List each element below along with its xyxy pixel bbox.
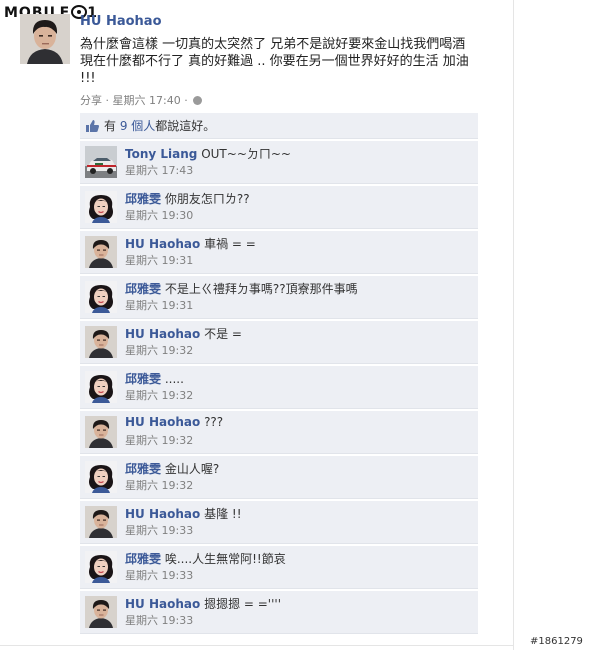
comment-timestamp[interactable]: 星期六 19:30 — [125, 207, 193, 223]
avatar[interactable] — [85, 281, 117, 313]
comment-item: 邱雅雯 唉....人生無常阿!!節哀 星期六 19:33 — [80, 546, 478, 589]
comment-timestamp[interactable]: 星期六 19:33 — [125, 567, 193, 583]
post-meta: 分享 · 星期六 17:40 · — [80, 92, 203, 108]
comment-timestamp[interactable]: 星期六 17:43 — [125, 162, 193, 178]
comment-text: 你朋友怎ㄇㄌ?? — [164, 192, 250, 206]
comment-author[interactable]: Tony Liang — [125, 147, 197, 161]
frame-divider — [513, 0, 514, 650]
comment-author[interactable]: HU Haohao — [125, 237, 200, 251]
comment-item: HU Haohao 摁摁摁 = ='''' 星期六 19:33 — [80, 591, 478, 634]
comment-text: 車禍 = = — [204, 237, 256, 251]
comment-item: 邱雅雯 ..... 星期六 19:32 — [80, 366, 478, 409]
comment-item: HU Haohao 不是 = 星期六 19:32 — [80, 321, 478, 364]
comment-timestamp[interactable]: 星期六 19:31 — [125, 252, 193, 268]
avatar[interactable] — [85, 146, 117, 178]
comment-author[interactable]: 邱雅雯 — [125, 282, 161, 296]
avatar[interactable] — [85, 191, 117, 223]
comment-text: 唉....人生無常阿!!節哀 — [164, 552, 286, 566]
comment-text: ??? — [204, 415, 224, 429]
avatar[interactable] — [85, 551, 117, 583]
comment-text: 基隆 !! — [204, 507, 242, 521]
avatar[interactable] — [85, 326, 117, 358]
comment-thread: 有 9 個人都說這好。 Tony Liang OUT~~ㄉㄇ~~ 星期六 17:4… — [80, 113, 478, 636]
share-link[interactable]: 分享 — [80, 94, 102, 107]
avatar[interactable] — [85, 371, 117, 403]
comment-item: HU Haohao ??? 星期六 19:32 — [80, 411, 478, 454]
post-text: 為什麼會這樣 一切真的太突然了 兄弟不是說好要來金山找我們喝酒 現在什麼都不行了… — [80, 37, 469, 86]
avatar[interactable] — [85, 236, 117, 268]
post-timestamp[interactable]: 星期六 17:40 — [113, 94, 181, 107]
comment-text: 摁摁摁 = ='''' — [204, 597, 281, 611]
post-author[interactable]: HU Haohao — [80, 14, 162, 29]
comment-item: HU Haohao 基隆 !! 星期六 19:33 — [80, 501, 478, 544]
comment-text: 金山人喔? — [164, 462, 220, 476]
avatar[interactable] — [85, 596, 117, 628]
comment-author[interactable]: 邱雅雯 — [125, 552, 161, 566]
comment-author[interactable]: HU Haohao — [125, 327, 200, 341]
comment-author[interactable]: 邱雅雯 — [125, 372, 161, 386]
comment-text: ..... — [164, 372, 184, 386]
comment-author[interactable]: HU Haohao — [125, 507, 200, 521]
comment-item: Tony Liang OUT~~ㄉㄇ~~ 星期六 17:43 — [80, 141, 478, 184]
likes-count-link[interactable]: 9 個人 — [120, 119, 155, 133]
avatar[interactable] — [85, 416, 117, 448]
avatar[interactable] — [85, 461, 117, 493]
comment-item: HU Haohao 車禍 = = 星期六 19:31 — [80, 231, 478, 274]
comment-timestamp[interactable]: 星期六 19:32 — [125, 387, 193, 403]
comment-timestamp[interactable]: 星期六 19:32 — [125, 477, 193, 493]
comment-author[interactable]: 邱雅雯 — [125, 462, 161, 476]
comment-timestamp[interactable]: 星期六 19:33 — [125, 522, 193, 538]
comment-timestamp[interactable]: 星期六 19:32 — [125, 342, 193, 358]
comment-author[interactable]: HU Haohao — [125, 415, 200, 429]
comment-item: 邱雅雯 金山人喔? 星期六 19:32 — [80, 456, 478, 499]
comment-text: 不是上ㄍ禮拜ㄉ事嗎??頂寮那件事嗎 — [164, 282, 358, 296]
avatar[interactable] — [85, 506, 117, 538]
likes-summary: 有 9 個人都說這好。 — [80, 113, 478, 139]
comment-author[interactable]: HU Haohao — [125, 597, 200, 611]
comment-item: 邱雅雯 你朋友怎ㄇㄌ?? 星期六 19:30 — [80, 186, 478, 229]
comment-timestamp[interactable]: 星期六 19:33 — [125, 612, 193, 628]
image-id: #1861279 — [530, 636, 583, 647]
comment-text: OUT~~ㄉㄇ~~ — [201, 147, 291, 161]
comment-timestamp[interactable]: 星期六 19:31 — [125, 297, 193, 313]
comment-item: 邱雅雯 不是上ㄍ禮拜ㄉ事嗎??頂寮那件事嗎 星期六 19:31 — [80, 276, 478, 319]
frame-divider — [0, 645, 513, 646]
comment-text: 不是 = — [204, 327, 242, 341]
comment-timestamp[interactable]: 星期六 19:32 — [125, 432, 193, 448]
comment-author[interactable]: 邱雅雯 — [125, 192, 161, 206]
globe-icon[interactable] — [193, 96, 203, 105]
thumbs-up-icon — [86, 119, 99, 132]
avatar[interactable] — [20, 14, 70, 64]
